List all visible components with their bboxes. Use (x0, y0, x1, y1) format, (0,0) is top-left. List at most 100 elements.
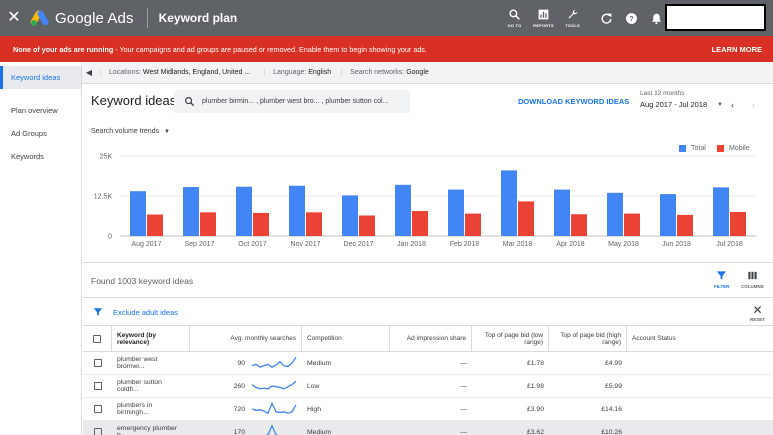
account-status-cell (627, 375, 773, 397)
search-volume-chart: 25K 12.5K 0 Aug 2017 Sep 2017 Oct 2017 Nov 201… (94, 154, 756, 248)
google-ads-logo[interactable]: Google Ads (29, 9, 134, 27)
goto-label: GO TO (507, 23, 522, 28)
refresh-button[interactable] (594, 12, 619, 25)
alert-message: None of your ads are running - Your camp… (13, 45, 427, 54)
alert-banner: None of your ads are running - Your camp… (0, 36, 773, 62)
alert-bold: None of your ads are running (13, 44, 114, 54)
row-select-cell (83, 352, 112, 374)
avg-searches-cell: 720 (190, 398, 302, 420)
chart-type-dropdown[interactable]: Search volume trends ▼ (91, 128, 170, 135)
bar-mobile-mar-2018 (518, 201, 534, 236)
bar-mobile-nov-2017 (306, 212, 322, 236)
bid-high-cell: £5.99 (604, 382, 622, 390)
language-label: Language: (273, 69, 307, 76)
goto-button[interactable]: GO TO (500, 0, 529, 36)
date-range-selector[interactable]: Last 12 months Aug 2017 - Jul 2018 ▼ (640, 90, 723, 109)
x-tick-label: Oct 2017 (238, 241, 267, 248)
download-keyword-ideas-button[interactable]: DOWNLOAD KEYWORD IDEAS (518, 97, 629, 106)
impression-share-cell: — (460, 428, 467, 435)
bar-mobile-apr-2018 (571, 214, 587, 236)
help-icon: ? (626, 12, 637, 24)
account-status-cell (627, 398, 773, 420)
wrench-icon (568, 9, 578, 19)
previous-period-icon[interactable]: ‹ (731, 100, 734, 110)
results-count: Found 1003 keyword ideas (91, 276, 194, 286)
x-tick-label: Jun 2018 (662, 241, 691, 248)
sidebar-item-keywords[interactable]: Keywords (0, 145, 81, 168)
trend-sparkline (259, 424, 289, 435)
table-row[interactable]: emergency plumber b... 170 Medium — £3.6… (83, 421, 773, 435)
column-header-bid-high[interactable]: Top of page bid (high range) (549, 326, 627, 351)
bar-total-may-2018 (607, 192, 623, 236)
column-header-keyword[interactable]: Keyword (by relevance) (112, 326, 190, 351)
avg-searches-value: 170 (233, 428, 245, 435)
close-icon[interactable]: ✕ (0, 0, 28, 36)
bar-total-sep-2017 (183, 187, 199, 236)
column-header-competition[interactable]: Competition (302, 326, 390, 351)
networks-filter[interactable]: Search networks: Google (341, 69, 429, 76)
top-app-bar: ✕ Google Ads Keyword plan GO TO REPORTS … (0, 0, 773, 36)
bar-total-dec-2017 (342, 195, 358, 236)
x-tick-label: Apr 2018 (556, 241, 585, 248)
sidebar-item-plan-overview[interactable]: Plan overview (0, 99, 81, 122)
row-checkbox[interactable] (93, 405, 102, 413)
date-range-label: Last 12 months (640, 90, 685, 97)
bid-high-cell: £4.99 (604, 359, 622, 367)
bar-mobile-oct-2017 (253, 212, 269, 236)
sidebar: Keyword ideas Plan overview Ad Groups Ke… (0, 62, 82, 435)
bar-mobile-feb-2018 (465, 213, 481, 236)
row-checkbox[interactable] (93, 428, 102, 435)
learn-more-link[interactable]: LEARN MORE (712, 45, 762, 54)
filter-row: Exclude adult ideas ✕ RESET (83, 297, 773, 325)
row-checkbox[interactable] (93, 359, 102, 367)
divider (146, 8, 148, 28)
networks-label: Search networks: (350, 69, 405, 76)
search-icon (509, 9, 520, 20)
x-tick-label: Dec 2017 (344, 241, 374, 248)
avg-searches-cell: 260 (190, 375, 302, 397)
bar-total-jun-2018 (660, 194, 676, 236)
column-header-impression-share[interactable]: Ad impression share (390, 326, 472, 351)
next-period-icon[interactable]: › (752, 100, 755, 110)
x-tick-label: Nov 2017 (291, 241, 321, 248)
table-row[interactable]: plumber west bromwi... 90 Medium — £1.78… (83, 352, 773, 375)
language-filter[interactable]: Language: English (264, 69, 331, 76)
row-checkbox[interactable] (93, 382, 102, 390)
table-row[interactable]: plumber sutton coldfi... 260 Low — £1.98… (83, 375, 773, 398)
columns-button[interactable]: COLUMNS (741, 270, 764, 289)
help-button[interactable]: ? (619, 12, 644, 25)
y-tick-label: 25K (100, 154, 113, 161)
tools-button[interactable]: TOOLS (558, 0, 587, 36)
x-tick-label: May 2018 (608, 241, 639, 248)
column-header-avg-searches[interactable]: Avg. monthly searches (190, 326, 302, 351)
exclude-adult-ideas-chip[interactable]: Exclude adult ideas (113, 308, 178, 317)
column-header-bid-low[interactable]: Top of page bid (low range) (472, 326, 549, 351)
targeting-bar: ◀ Locations: West Midlands, England, Uni… (82, 62, 773, 84)
reset-button[interactable]: ✕ RESET (750, 304, 765, 322)
bar-mobile-aug-2017 (147, 214, 163, 236)
filter-label: FILTER (714, 284, 730, 289)
impression-share-cell: — (460, 405, 467, 413)
sparkline-path (259, 424, 289, 435)
bar-total-apr-2018 (554, 189, 570, 236)
account-status-cell (627, 421, 773, 435)
collapse-sidebar-icon[interactable]: ◀ (82, 68, 96, 77)
dropdown-caret-icon: ▼ (717, 102, 723, 108)
account-switcher[interactable] (665, 4, 766, 31)
competition-cell: Medium (307, 359, 332, 367)
column-header-account-status[interactable]: Account Status (627, 326, 773, 351)
bid-high-cell: £10.26 (601, 428, 622, 435)
sidebar-item-keyword-ideas[interactable]: Keyword ideas (0, 66, 81, 89)
table-row[interactable]: plumbers in birmingh... 720 High — £3.90… (83, 398, 773, 421)
filter-button[interactable]: FILTER (714, 270, 729, 289)
bar-chart-icon (538, 9, 549, 20)
bar-total-feb-2018 (448, 189, 464, 236)
locations-filter[interactable]: Locations: West Midlands, England, Unite… (100, 69, 250, 76)
select-all-checkbox[interactable] (93, 334, 101, 343)
reports-button[interactable]: REPORTS (529, 0, 558, 36)
bar-mobile-sep-2017 (200, 212, 216, 236)
keyword-search-input[interactable]: plumber birmin... , plumber west bro... … (174, 90, 410, 113)
columns-label: COLUMNS (741, 284, 764, 289)
logo-text: Google Ads (55, 9, 134, 27)
sidebar-item-ad-groups[interactable]: Ad Groups (0, 122, 81, 145)
